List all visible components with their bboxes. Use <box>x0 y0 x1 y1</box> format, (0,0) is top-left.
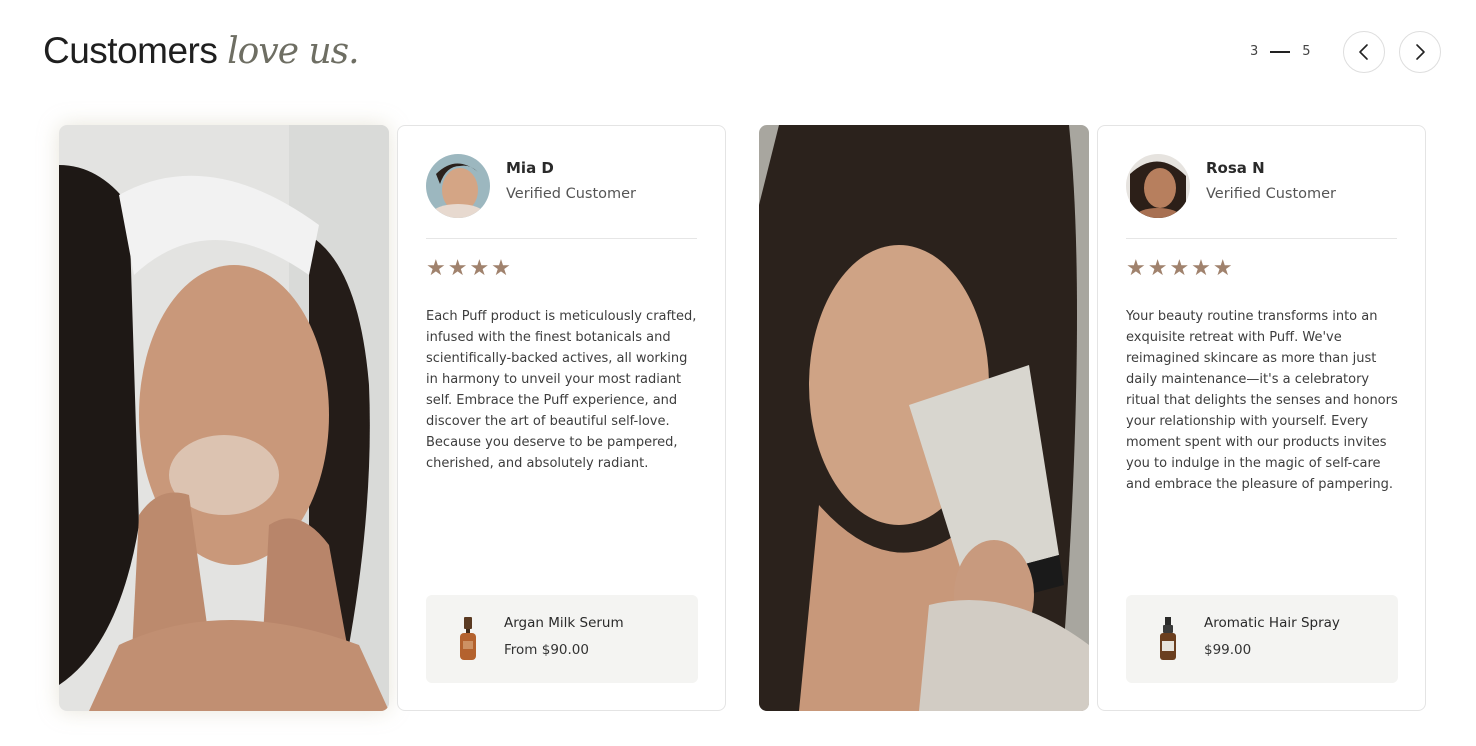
review-text: Your beauty routine transforms into an e… <box>1126 309 1398 492</box>
reviewer-role: Verified Customer <box>506 186 637 202</box>
review-card: Mia D Verified Customer ★★★★ Each Puff p… <box>397 125 726 711</box>
chevron-right-icon <box>1416 44 1425 60</box>
pager-current: 3 <box>1250 44 1259 59</box>
product-link[interactable]: Argan Milk Serum From $90.00 <box>426 595 698 683</box>
section-title-accent: love us. <box>227 31 359 72</box>
spray-bottle-icon <box>1160 617 1176 660</box>
customer-photo-mia <box>59 125 389 711</box>
customer-photo-rosa <box>759 125 1089 711</box>
product-price: From $90.00 <box>504 642 589 658</box>
product-link[interactable]: Aromatic Hair Spray $99.00 <box>1126 595 1398 683</box>
section-title: Customers love us. <box>43 30 360 72</box>
pager-separator <box>1270 50 1291 53</box>
star-rating: ★★★★★ <box>1126 256 1235 281</box>
avatar <box>426 154 490 218</box>
divider <box>426 238 697 239</box>
divider <box>1126 238 1397 239</box>
next-slide-button[interactable] <box>1399 31 1441 73</box>
star-rating: ★★★★ <box>426 256 513 281</box>
review-card: Rosa N Verified Customer ★★★★★ Your beau… <box>1097 125 1426 711</box>
reviewer-name: Mia D <box>506 159 554 177</box>
prev-slide-button[interactable] <box>1343 31 1385 73</box>
slide-pager: 3 5 <box>1250 44 1311 59</box>
serum-bottle-icon <box>460 617 476 660</box>
product-name: Aromatic Hair Spray <box>1204 615 1340 631</box>
pager-total: 5 <box>1302 44 1311 59</box>
reviewer-name: Rosa N <box>1206 159 1265 177</box>
review-text: Each Puff product is meticulously crafte… <box>426 309 697 471</box>
avatar <box>1126 154 1190 218</box>
reviewer-role: Verified Customer <box>1206 186 1337 202</box>
chevron-left-icon <box>1359 44 1368 60</box>
product-price: $99.00 <box>1204 642 1252 658</box>
section-title-prefix: Customers <box>43 30 218 71</box>
product-name: Argan Milk Serum <box>504 615 624 631</box>
